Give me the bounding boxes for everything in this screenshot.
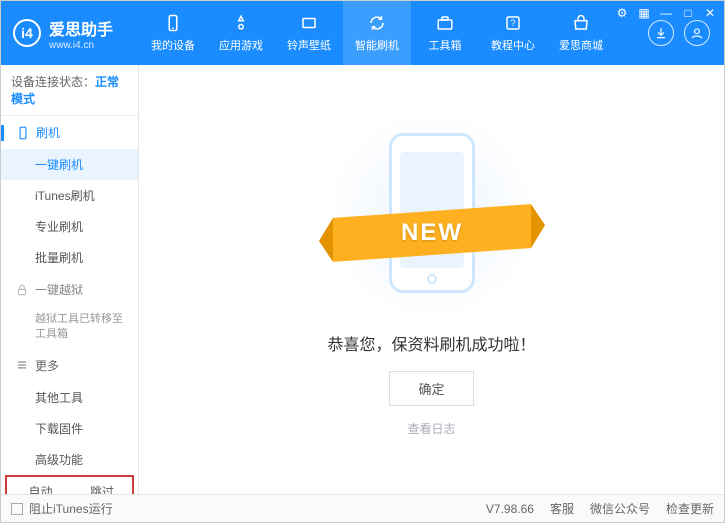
titlebar: i4 爱思助手 www.i4.cn 我的设备 应用游戏 铃声壁纸 智能刷机 工具… [1, 1, 724, 65]
sidebar-item-advanced[interactable]: 高级功能 [1, 444, 138, 475]
store-icon [571, 13, 591, 33]
navbar: 我的设备 应用游戏 铃声壁纸 智能刷机 工具箱 ?教程中心 爱思商城 [139, 1, 648, 65]
nav-toolbox[interactable]: 工具箱 [411, 1, 479, 65]
minimize-button[interactable]: — [658, 5, 674, 21]
account-button[interactable] [684, 20, 710, 46]
help-icon: ? [503, 13, 523, 33]
app-name: 爱思助手 [49, 16, 113, 40]
connection-status: 设备连接状态：正常模式 [1, 65, 138, 116]
footer: 阻止iTunes运行 V7.98.66 客服 微信公众号 检查更新 [1, 494, 724, 522]
auto-activate-checkbox[interactable]: ✓自动激活 [15, 483, 63, 494]
sidebar-item-batch-flash[interactable]: 批量刷机 [1, 242, 138, 273]
success-illustration: NEW [347, 125, 517, 305]
settings-icon[interactable]: ⚙ [614, 5, 630, 21]
nav-store[interactable]: 爱思商城 [547, 1, 615, 65]
apps-icon [231, 13, 251, 33]
layout-icon[interactable]: ▦ [636, 5, 652, 21]
success-message: 恭喜您，保资料刷机成功啦！ [327, 331, 535, 355]
menu-icon [15, 358, 29, 372]
maximize-button[interactable]: □ [680, 5, 696, 21]
app-window: i4 爱思助手 www.i4.cn 我的设备 应用游戏 铃声壁纸 智能刷机 工具… [0, 0, 725, 523]
highlighted-options: ✓自动激活 ✓跳过向导 [5, 475, 134, 494]
app-logo-icon: i4 [13, 19, 41, 47]
section-flash[interactable]: 刷机 [1, 116, 138, 149]
nav-ringtones[interactable]: 铃声壁纸 [275, 1, 343, 65]
nav-tutorials[interactable]: ?教程中心 [479, 1, 547, 65]
nav-apps[interactable]: 应用游戏 [207, 1, 275, 65]
nav-flash[interactable]: 智能刷机 [343, 1, 411, 65]
lock-icon [15, 283, 29, 297]
body: 设备连接状态：正常模式 刷机 一键刷机 iTunes刷机 专业刷机 批量刷机 一… [1, 65, 724, 494]
phone-icon [16, 126, 30, 140]
phone-icon [163, 13, 183, 33]
refresh-icon [367, 13, 387, 33]
sidebar: 设备连接状态：正常模式 刷机 一键刷机 iTunes刷机 专业刷机 批量刷机 一… [1, 65, 139, 494]
section-jailbreak: 一键越狱 [1, 273, 138, 306]
skip-setup-checkbox[interactable]: ✓跳过向导 [77, 483, 125, 494]
sidebar-item-pro-flash[interactable]: 专业刷机 [1, 211, 138, 242]
checkbox-unchecked-icon [11, 503, 23, 515]
toolbox-icon [435, 13, 455, 33]
wechat-link[interactable]: 微信公众号 [590, 500, 650, 517]
customer-service-link[interactable]: 客服 [550, 500, 574, 517]
block-itunes-checkbox[interactable]: 阻止iTunes运行 [11, 500, 113, 517]
check-update-link[interactable]: 检查更新 [666, 500, 714, 517]
section-more[interactable]: 更多 [1, 349, 138, 382]
sidebar-item-oneclick-flash[interactable]: 一键刷机 [1, 149, 138, 180]
main-panel: NEW 恭喜您，保资料刷机成功啦！ 确定 查看日志 [139, 65, 724, 494]
svg-text:?: ? [510, 18, 515, 28]
ok-button[interactable]: 确定 [389, 371, 473, 406]
view-log-link[interactable]: 查看日志 [407, 420, 455, 437]
sidebar-item-other-tools[interactable]: 其他工具 [1, 382, 138, 413]
wallpaper-icon [299, 13, 319, 33]
jailbreak-note: 越狱工具已转移至工具箱 [1, 306, 138, 349]
version-label: V7.98.66 [486, 502, 534, 516]
app-url: www.i4.cn [49, 40, 113, 51]
sidebar-item-download-firmware[interactable]: 下载固件 [1, 413, 138, 444]
sidebar-item-itunes-flash[interactable]: iTunes刷机 [1, 180, 138, 211]
window-controls: ⚙ ▦ — □ ✕ [614, 5, 718, 21]
nav-my-device[interactable]: 我的设备 [139, 1, 207, 65]
close-button[interactable]: ✕ [702, 5, 718, 21]
logo-area: i4 爱思助手 www.i4.cn [1, 1, 139, 65]
download-button[interactable] [648, 20, 674, 46]
